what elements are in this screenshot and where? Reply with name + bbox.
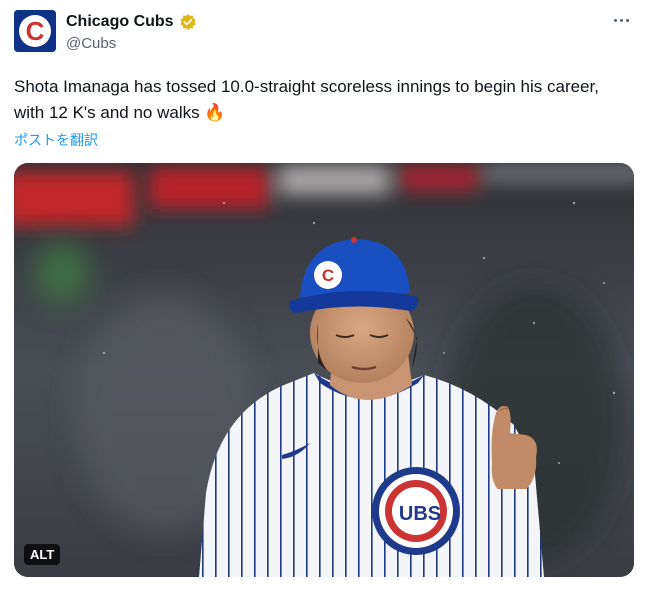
pitcher-photo: C C UBS [14, 163, 634, 577]
tweet-text: Shota Imanaga has tossed 10.0-straight s… [14, 74, 624, 126]
more-options-icon[interactable] [609, 10, 633, 30]
verified-badge-icon [179, 13, 197, 31]
svg-text:C: C [26, 16, 45, 46]
tweet-body: Shota Imanaga has tossed 10.0-straight s… [14, 77, 599, 122]
translate-post-link[interactable]: ポストを翻訳 [14, 130, 98, 150]
cap-logo: C [322, 266, 334, 285]
account-name-row: Chicago Cubs [66, 12, 197, 32]
avatar[interactable]: C [14, 10, 56, 52]
tweet-photo[interactable]: C C UBS ALT [14, 163, 634, 577]
cubs-logo-icon: C [14, 10, 56, 52]
account-handle[interactable]: @Cubs [66, 35, 116, 52]
display-name[interactable]: Chicago Cubs [66, 12, 174, 32]
jersey-logo: UBS [399, 503, 441, 525]
alt-text-badge[interactable]: ALT [24, 544, 61, 565]
fire-emoji-icon: 🔥 [204, 103, 226, 122]
